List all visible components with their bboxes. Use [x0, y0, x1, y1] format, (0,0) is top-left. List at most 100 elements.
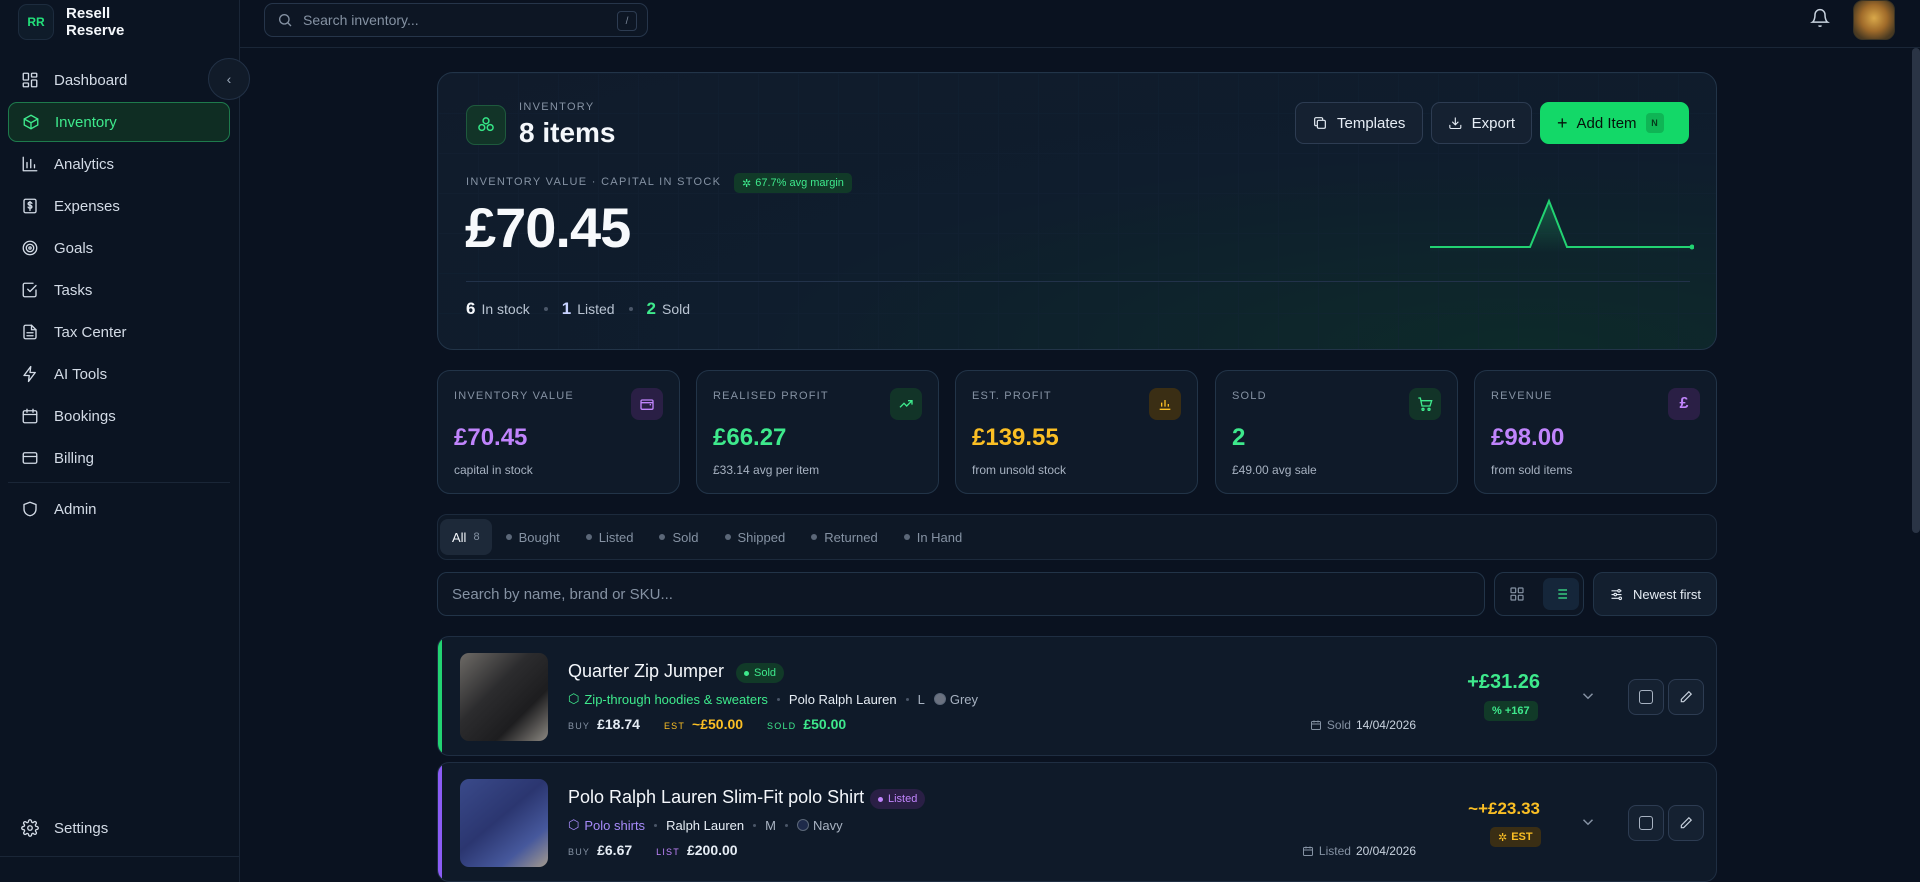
colour-swatch: [933, 693, 946, 705]
sidebar-item-analytics[interactable]: Analytics: [8, 144, 230, 184]
dollar-receipt-icon: [20, 196, 40, 216]
sliders-icon: [1611, 588, 1623, 600]
collapse-sidebar-button[interactable]: ‹: [208, 58, 250, 100]
tab-all[interactable]: All 8: [440, 519, 492, 555]
bar-chart-icon: [1149, 388, 1181, 420]
margin-badge: ✲ 67.7% avg margin: [734, 173, 852, 193]
sidebar-item-label: Expenses: [54, 197, 120, 215]
sidebar-item-label: Admin: [54, 500, 97, 518]
meta-separator: [753, 823, 757, 827]
list-item[interactable]: Polo Ralph Lauren Slim-Fit polo Shirt Li…: [437, 762, 1717, 882]
status-dot: [585, 534, 592, 540]
kpi-est-profit: EST. PROFIT £139.55 from unsold stock: [955, 370, 1198, 494]
templates-label: Templates: [1337, 114, 1406, 132]
edit-button[interactable]: [1668, 805, 1704, 841]
sidebar-item-tasks[interactable]: Tasks: [8, 270, 230, 310]
sidebar-item-dashboard[interactable]: Dashboard: [8, 60, 230, 100]
shield-icon: [20, 499, 40, 519]
kpi-sub: £33.14 avg per item: [713, 463, 820, 477]
kpi-label: SOLD: [1232, 390, 1267, 402]
status-badge: Sold: [736, 663, 785, 683]
item-prices: BUY £6.67 LIST £200.00: [568, 842, 738, 858]
sidebar-item-bookings[interactable]: Bookings: [8, 396, 230, 436]
pencil-icon: [1680, 690, 1693, 703]
search-shortcut-key: /: [617, 11, 637, 31]
tab-label: Shipped: [737, 529, 786, 545]
tab-shipped[interactable]: Shipped: [713, 519, 798, 555]
item-category: ⬡ Polo shirts: [568, 817, 646, 833]
sold-price: £50.00: [803, 716, 847, 732]
sidebar-item-label: Inventory: [55, 113, 117, 131]
sidebar-item-billing[interactable]: Billing: [8, 438, 230, 478]
chevron-left-icon: ‹: [226, 71, 232, 87]
notifications-button[interactable]: [1810, 8, 1832, 30]
item-accent: [438, 637, 442, 755]
item-meta: ⬡ Polo shirts Ralph Lauren M Navy: [568, 817, 843, 833]
sidebar-item-inventory[interactable]: Inventory: [8, 102, 230, 142]
tab-bought[interactable]: Bought: [494, 519, 572, 555]
sidebar-item-settings[interactable]: Settings: [8, 808, 230, 848]
checkbox-icon: [20, 280, 40, 300]
global-search-input[interactable]: Search inventory... /: [264, 3, 648, 37]
stat-in-stock: 6 In stock: [466, 299, 530, 318]
inventory-search-input[interactable]: Search by name, brand or SKU...: [437, 572, 1485, 616]
avatar[interactable]: [1853, 0, 1895, 40]
sidebar-item-admin[interactable]: Admin: [8, 489, 230, 529]
tab-listed[interactable]: Listed: [574, 519, 646, 555]
list-item[interactable]: Quarter Zip Jumper Sold ⬡ Zip-through hoo…: [437, 636, 1717, 756]
colour-swatch: [796, 819, 809, 831]
sidebar-item-ai-tools[interactable]: AI Tools: [8, 354, 230, 394]
list-price: £200.00: [686, 842, 738, 858]
meta-separator: [784, 823, 788, 827]
est-label: EST: [663, 721, 686, 731]
status-badge: Listed: [870, 789, 926, 809]
add-item-button[interactable]: + Add Item N: [1540, 102, 1689, 144]
sidebar-item-tax-center[interactable]: Tax Center: [8, 312, 230, 352]
kpi-realised-profit: REALISED PROFIT £66.27 £33.14 avg per it…: [696, 370, 939, 494]
status-dot: [878, 796, 883, 802]
tab-label: Sold: [672, 529, 699, 545]
kpi-label: REVENUE: [1491, 390, 1553, 402]
tab-in-hand[interactable]: In Hand: [892, 519, 975, 555]
item-photo[interactable]: [460, 779, 548, 867]
status-dot: [903, 534, 910, 540]
edit-button[interactable]: [1668, 679, 1704, 715]
templates-button[interactable]: Templates: [1295, 102, 1423, 144]
sparkle-icon: ✲: [1498, 831, 1508, 844]
sparkle-icon: ✲: [742, 177, 752, 190]
item-title[interactable]: Polo Ralph Lauren Slim-Fit polo Shirt: [568, 787, 864, 808]
select-checkbox[interactable]: [1628, 679, 1664, 715]
sidebar-item-label: Goals: [54, 239, 94, 257]
est-price: ~£50.00: [692, 716, 744, 732]
list-view-button[interactable]: [1543, 578, 1579, 610]
item-brand: Polo Ralph Lauren: [788, 691, 897, 707]
expand-button[interactable]: [1579, 687, 1599, 707]
view-toggle: [1494, 572, 1584, 616]
expand-button[interactable]: [1579, 813, 1599, 833]
brand[interactable]: RR Resell Reserve: [18, 4, 136, 40]
sidebar-item-label: Settings: [54, 819, 109, 837]
tab-returned[interactable]: Returned: [799, 519, 889, 555]
sort-button[interactable]: Newest first: [1593, 572, 1717, 616]
inventory-search-placeholder: Search by name, brand or SKU...: [452, 585, 673, 603]
select-checkbox[interactable]: [1628, 805, 1664, 841]
item-title[interactable]: Quarter Zip Jumper: [568, 661, 724, 682]
item-size: M: [765, 817, 776, 833]
plus-icon: +: [1557, 113, 1568, 133]
dashboard-icon: [20, 70, 40, 90]
inventory-value: £70.45: [465, 196, 631, 259]
item-meta: ⬡ Zip-through hoodies & sweaters Polo Ral…: [568, 691, 978, 707]
sidebar-divider: [8, 482, 230, 483]
tab-label: Listed: [598, 529, 634, 545]
tab-sold[interactable]: Sold: [647, 519, 710, 555]
pound-icon: £: [1668, 388, 1700, 420]
item-photo[interactable]: [460, 653, 548, 741]
sidebar-item-expenses[interactable]: Expenses: [8, 186, 230, 226]
sold-label: SOLD: [767, 721, 797, 731]
page-scrollbar[interactable]: [1912, 48, 1920, 533]
sidebar-item-goals[interactable]: Goals: [8, 228, 230, 268]
brand-name: Resell Reserve: [66, 5, 125, 39]
export-button[interactable]: Export: [1431, 102, 1532, 144]
grid-view-button[interactable]: [1499, 578, 1535, 610]
kpi-value: £66.27: [713, 424, 787, 451]
